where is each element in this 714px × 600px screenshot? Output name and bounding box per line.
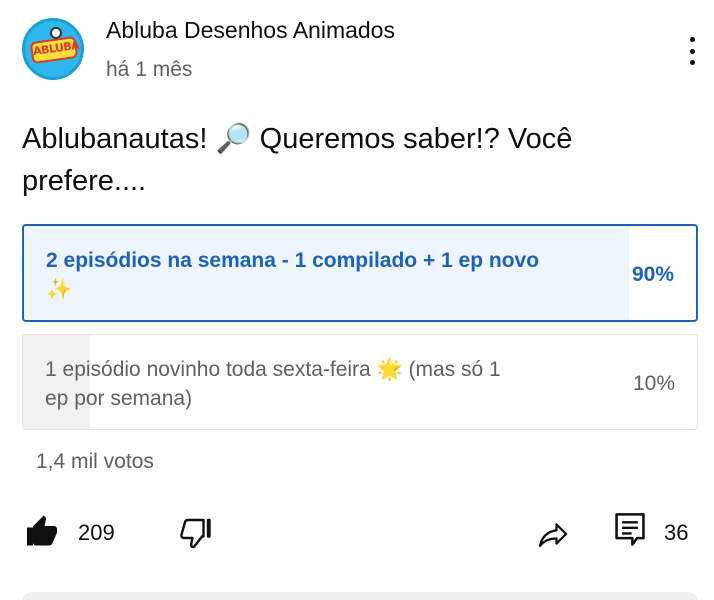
community-post: ABLUBA Abluba Desenhos Animados há 1 mês… bbox=[0, 0, 714, 600]
poll-vote-count: 1,4 mil votos bbox=[36, 450, 154, 473]
comment-button[interactable] bbox=[614, 512, 646, 550]
post-text-line: prefere.... bbox=[22, 165, 147, 197]
like-button[interactable] bbox=[24, 514, 60, 550]
more-vert-icon bbox=[689, 37, 695, 42]
thumbs-up-icon bbox=[27, 515, 57, 546]
poll-option-percent: 90% bbox=[631, 263, 674, 286]
poll-option-label-line: 1 episódio novinho toda sexta-feira 🌟 (m… bbox=[45, 358, 501, 381]
poll-option-label-line: ✨ bbox=[46, 278, 73, 301]
comment-input-bar[interactable] bbox=[22, 592, 698, 600]
post-date: há 1 mês bbox=[106, 58, 193, 81]
post-text-line: Ablubanautas! 🔎 Queremos saber!? Você bbox=[22, 123, 573, 155]
poll-option-label: 1 episódio novinho toda sexta-feira 🌟 (m… bbox=[45, 355, 605, 413]
channel-avatar[interactable]: ABLUBA bbox=[22, 18, 84, 80]
poll-option-percent: 10% bbox=[632, 372, 675, 395]
poll-option-2[interactable]: 1 episódio novinho toda sexta-feira 🌟 (m… bbox=[22, 334, 698, 430]
poll-option-label: 2 episódios na semana - 1 compilado + 1 … bbox=[46, 246, 606, 304]
like-count: 209 bbox=[78, 520, 115, 545]
more-options-button[interactable] bbox=[680, 34, 704, 68]
comment-count: 36 bbox=[664, 520, 689, 545]
channel-name[interactable]: Abluba Desenhos Animados bbox=[106, 17, 395, 44]
post-text: Ablubanautas! 🔎 Queremos saber!? Você pr… bbox=[22, 118, 662, 202]
poll-option-1[interactable]: 2 episódios na semana - 1 compilado + 1 … bbox=[22, 224, 698, 322]
more-vert-icon-dot bbox=[689, 48, 695, 54]
poll-option-label-line: 2 episódios na semana - 1 compilado + 1 … bbox=[46, 249, 540, 272]
dislike-button[interactable] bbox=[178, 514, 214, 550]
thumbs-down-icon bbox=[180, 518, 211, 549]
share-button[interactable] bbox=[534, 516, 570, 552]
poll-option-label-line: ep por semana) bbox=[45, 387, 193, 410]
share-icon bbox=[538, 523, 568, 548]
comment-icon bbox=[615, 513, 645, 546]
more-vert-icon-dot bbox=[689, 60, 695, 65]
